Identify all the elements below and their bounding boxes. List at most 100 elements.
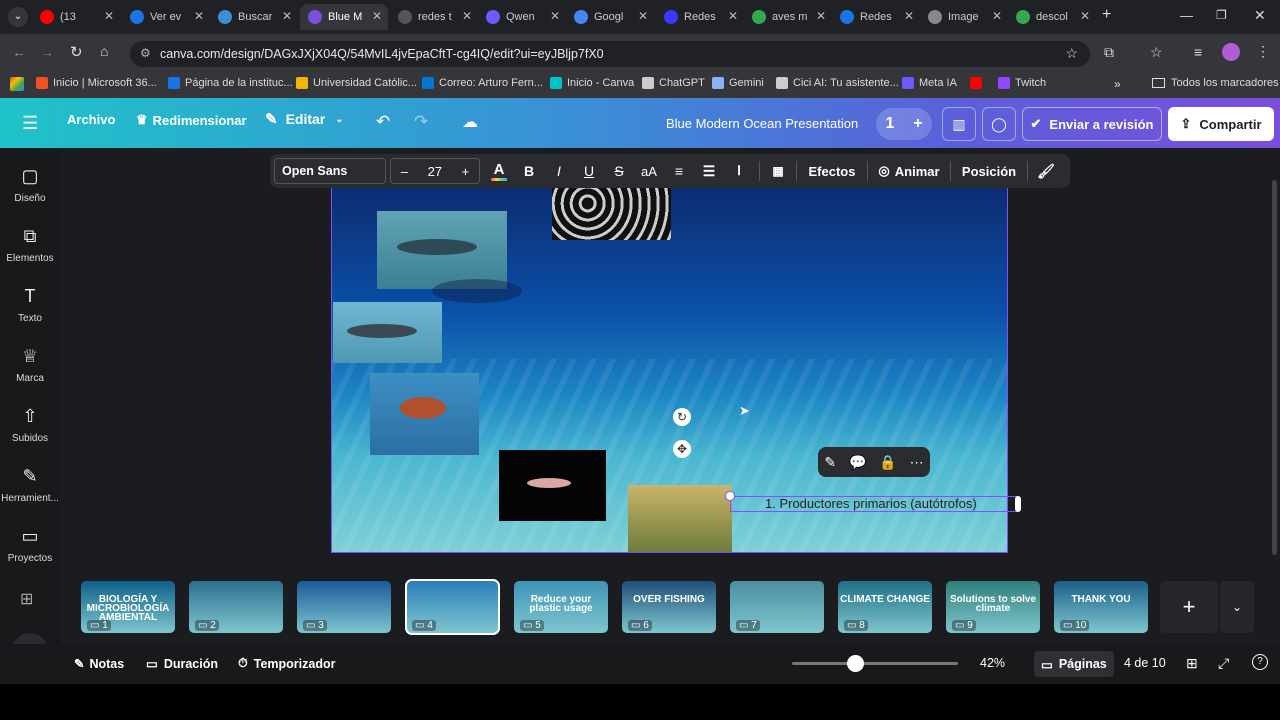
collapse-pages-button[interactable]: ⌄: [1220, 581, 1254, 633]
back-icon[interactable]: ←: [12, 44, 26, 60]
browser-tab[interactable]: Buscar ✕: [210, 4, 298, 30]
browser-tab[interactable]: Redes ✕: [832, 4, 920, 30]
format-painter-icon[interactable]: 🖌: [1033, 158, 1059, 184]
bookmark-item[interactable]: Correo: Arturo Fern...: [422, 77, 543, 89]
close-window-button[interactable]: ✕: [1254, 7, 1266, 24]
minimize-button[interactable]: —: [1180, 8, 1193, 23]
page-thumbnail[interactable]: Solutions to solve climate ▭ 9: [946, 581, 1040, 633]
fullscreen-icon[interactable]: ⤢: [1218, 655, 1229, 672]
bookmark-item[interactable]: Twitch: [998, 77, 1046, 89]
cloud-save-icon[interactable]: ☁: [462, 112, 478, 132]
comments-button[interactable]: ◯: [982, 107, 1016, 141]
page-thumbnail[interactable]: THANK YOU ▭ 10: [1054, 581, 1148, 633]
site-info-icon[interactable]: ⚙: [140, 46, 151, 60]
bookmarks-icon[interactable]: ☆: [1150, 44, 1163, 61]
collaborators-pill[interactable]: 1 +: [876, 108, 932, 140]
close-tab-icon[interactable]: ✕: [194, 9, 204, 23]
bold-icon[interactable]: B: [514, 158, 544, 184]
reload-icon[interactable]: ↻: [70, 43, 83, 61]
extensions-icon[interactable]: ⧉: [1104, 44, 1114, 61]
animate-button[interactable]: ◎ Animar: [873, 158, 945, 184]
resize-handle-left[interactable]: [725, 491, 735, 501]
shark-image[interactable]: [377, 211, 507, 289]
bookmark-item[interactable]: Cici AI: Tu asistente...: [776, 77, 899, 89]
bookmark-item[interactable]: Inicio - Canva: [550, 77, 634, 89]
align-center-icon[interactable]: ≡: [664, 158, 694, 184]
fish-image[interactable]: [370, 373, 479, 455]
home-icon[interactable]: ⌂: [100, 43, 108, 59]
share-button[interactable]: ⇪ Compartir: [1168, 107, 1274, 141]
browser-tab[interactable]: Image ✕: [920, 4, 1008, 30]
send-review-button[interactable]: ✔ Enviar a revisión: [1022, 107, 1162, 141]
zoom-slider[interactable]: [792, 662, 958, 665]
edit-button[interactable]: ✎ Editar ⌄: [265, 110, 344, 128]
krill-image[interactable]: [499, 450, 606, 521]
page-thumbnail[interactable]: Reduce your plastic usage ▭ 5: [514, 581, 608, 633]
sidebar-item[interactable]: T Texto: [0, 286, 60, 324]
font-family-select[interactable]: Open Sans: [274, 158, 386, 184]
selected-text-box[interactable]: 1. Productores primarios (autótrofos): [730, 496, 1018, 512]
lock-icon[interactable]: 🔒: [879, 454, 896, 471]
position-button[interactable]: Posición: [956, 158, 1022, 184]
duration-button[interactable]: ▭ Duración: [146, 656, 218, 672]
zoom-slider-knob[interactable]: [847, 655, 864, 672]
font-size-decrease[interactable]: –: [401, 164, 408, 179]
font-size-increase[interactable]: +: [462, 164, 470, 179]
redo-icon[interactable]: ↷: [414, 112, 428, 132]
resize-handle-right[interactable]: [1015, 496, 1021, 512]
undo-icon[interactable]: ↶: [376, 112, 390, 132]
font-size-value[interactable]: 27: [428, 164, 442, 179]
insights-button[interactable]: ▥: [942, 107, 976, 141]
canvas-scrollbar[interactable]: [1272, 180, 1277, 555]
close-tab-icon[interactable]: ✕: [728, 9, 738, 23]
sidebar-item[interactable]: ⧉ Elementos: [0, 226, 60, 264]
page-thumbnail[interactable]: ▭ 3: [297, 581, 391, 633]
text-color-icon[interactable]: A: [484, 158, 514, 184]
close-tab-icon[interactable]: ✕: [816, 9, 826, 23]
rotate-handle-icon[interactable]: ↻: [673, 408, 691, 426]
sidebar-item[interactable]: ▢ Diseño: [0, 166, 60, 204]
all-bookmarks[interactable]: Todos los marcadores: [1152, 77, 1279, 89]
pages-toggle-button[interactable]: ▭ Páginas: [1034, 651, 1114, 677]
tab-search-icon[interactable]: ⌄: [8, 7, 28, 27]
move-handle-icon[interactable]: ✥: [673, 440, 691, 458]
grid-view-icon[interactable]: ⊞: [1186, 655, 1198, 672]
sidebar-item[interactable]: ⇧ Subidos: [0, 406, 60, 444]
bookmark-item[interactable]: Gemini: [712, 77, 764, 89]
reading-list-icon[interactable]: ≡: [1194, 44, 1202, 60]
sidebar-item[interactable]: ▭ Proyectos: [0, 526, 60, 564]
gmail-icon[interactable]: [10, 77, 24, 91]
more-options-icon[interactable]: ⋯: [910, 454, 924, 471]
page-thumbnail[interactable]: BIOLOGÍA Y MICROBIOLOGÍA AMBIENTAL ▭ 1: [81, 581, 175, 633]
page-thumbnail[interactable]: ▭ 2: [189, 581, 283, 633]
main-menu-icon[interactable]: ☰: [22, 113, 38, 134]
browser-tab[interactable]: Googl ✕: [566, 4, 654, 30]
font-size-stepper[interactable]: – 27 +: [390, 158, 480, 184]
bacteria-image[interactable]: [552, 179, 671, 240]
italic-icon[interactable]: I: [544, 158, 574, 184]
notes-button[interactable]: ✎ Notas: [74, 656, 124, 672]
close-tab-icon[interactable]: ✕: [1080, 9, 1090, 23]
timer-button[interactable]: ⏱ Temporizador: [238, 656, 336, 671]
file-menu-button[interactable]: Archivo: [67, 112, 115, 127]
maximize-button[interactable]: ❐: [1216, 8, 1227, 22]
new-tab-button[interactable]: +: [1102, 6, 1111, 24]
sea-lion-image[interactable]: [333, 302, 442, 363]
browser-tab[interactable]: Redes ✕: [656, 4, 744, 30]
list-icon[interactable]: ☰: [694, 158, 724, 184]
effects-button[interactable]: Efectos: [802, 158, 862, 184]
design-title[interactable]: Blue Modern Ocean Presentation: [666, 116, 858, 131]
bookmark-item[interactable]: [970, 77, 987, 89]
close-tab-icon[interactable]: ✕: [992, 9, 1002, 23]
url-input[interactable]: ⚙ canva.com/design/DAGxJXjX04Q/54MvIL4jv…: [130, 41, 1090, 67]
browser-tab[interactable]: (13 ✕: [32, 4, 120, 30]
add-page-button[interactable]: +: [1160, 581, 1218, 633]
browser-tab[interactable]: Ver ev ✕: [122, 4, 210, 30]
bookmark-item[interactable]: Página de la instituc...: [168, 77, 293, 89]
browser-tab[interactable]: redes t ✕: [390, 4, 478, 30]
forward-icon[interactable]: →: [40, 44, 54, 60]
add-comment-icon[interactable]: 💬: [849, 454, 866, 471]
close-tab-icon[interactable]: ✕: [550, 9, 560, 23]
browser-tab[interactable]: Qwen ✕: [478, 4, 566, 30]
bookmark-item[interactable]: Universidad Católic...: [296, 77, 417, 89]
